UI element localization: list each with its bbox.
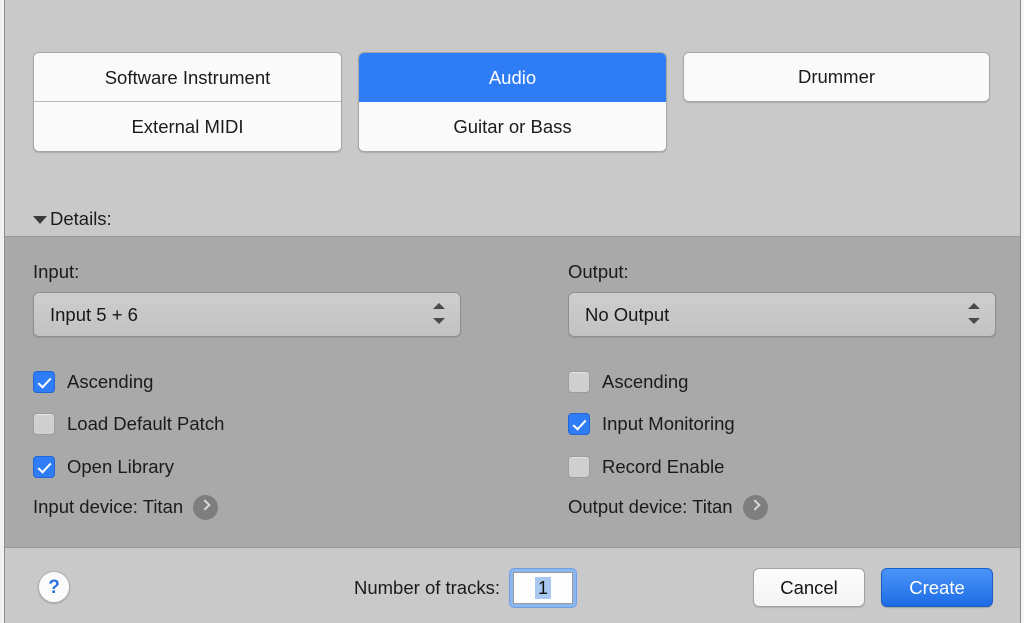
output-device-arrow-right-icon[interactable]	[742, 494, 768, 520]
output-device-row: Output device: Titan	[568, 494, 768, 520]
input-device-arrow-right-icon[interactable]	[193, 494, 219, 520]
number-of-tracks-value: 1	[534, 577, 551, 599]
checkbox-row-open-library[interactable]: Open Library	[33, 454, 174, 480]
checkbox-row-output-ascending[interactable]: Ascending	[568, 369, 688, 395]
checkbox-load-default-patch[interactable]	[33, 413, 55, 435]
checkbox-input-monitoring[interactable]	[568, 413, 590, 435]
checkbox-row-load-default-patch[interactable]: Load Default Patch	[33, 411, 224, 437]
input-label: Input:	[33, 261, 80, 282]
number-of-tracks-focus-ring: 1	[510, 569, 576, 607]
track-type-external-midi[interactable]: External MIDI	[34, 102, 341, 151]
input-popup-button[interactable]: Input 5 + 6	[33, 292, 461, 337]
track-type-audio[interactable]: Audio	[359, 53, 666, 102]
output-label: Output:	[568, 261, 629, 282]
track-type-drummer[interactable]: Drummer	[684, 53, 989, 101]
output-device-text: Output device: Titan	[568, 496, 733, 517]
popup-updown-chevrons-icon	[968, 302, 982, 328]
checkbox-row-input-ascending[interactable]: Ascending	[33, 369, 153, 395]
number-of-tracks-label: Number of tracks:	[354, 577, 500, 598]
checkbox-open-library[interactable]	[33, 456, 55, 478]
input-device-text: Input device: Titan	[33, 496, 184, 517]
popup-updown-chevrons-icon	[433, 302, 447, 328]
dialog-sheet: Software Instrument External MIDI Audio …	[5, 0, 1020, 623]
checkbox-input-ascending[interactable]	[33, 371, 55, 393]
dialog-footer: ? Number of tracks: 1 Cancel Create	[5, 548, 1020, 623]
cancel-button[interactable]: Cancel	[753, 568, 865, 607]
checkbox-row-record-enable[interactable]: Record Enable	[568, 454, 724, 480]
checkbox-label-output-ascending: Ascending	[602, 371, 689, 392]
track-type-guitar-or-bass[interactable]: Guitar or Bass	[359, 102, 666, 151]
input-popup-value: Input 5 + 6	[50, 304, 138, 325]
input-device-row: Input device: Titan	[33, 494, 219, 520]
checkbox-label-load-default-patch: Load Default Patch	[67, 413, 225, 434]
details-label: Details:	[50, 208, 112, 229]
track-type-column-instrument-midi: Software Instrument External MIDI	[33, 52, 342, 152]
output-popup-button[interactable]: No Output	[568, 292, 996, 337]
checkbox-label-input-monitoring: Input Monitoring	[602, 413, 735, 434]
number-of-tracks-group: Number of tracks: 1	[354, 568, 576, 608]
new-tracks-dialog: Software Instrument External MIDI Audio …	[0, 0, 1024, 623]
checkbox-output-ascending[interactable]	[568, 371, 590, 393]
window-edge-right	[1020, 0, 1024, 623]
details-panel: Input: Input 5 + 6 Ascending Load Defaul…	[5, 236, 1020, 548]
checkbox-record-enable[interactable]	[568, 456, 590, 478]
checkbox-label-record-enable: Record Enable	[602, 456, 725, 477]
create-button[interactable]: Create	[881, 568, 993, 607]
output-popup-value: No Output	[585, 304, 670, 325]
track-type-software-instrument[interactable]: Software Instrument	[34, 53, 341, 102]
checkbox-label-input-ascending: Ascending	[67, 371, 154, 392]
track-type-column-audio-guitar: Audio Guitar or Bass	[358, 52, 667, 152]
checkbox-label-open-library: Open Library	[67, 456, 174, 477]
checkbox-row-input-monitoring[interactable]: Input Monitoring	[568, 411, 735, 437]
help-button[interactable]: ?	[38, 571, 70, 603]
footer-action-buttons: Cancel Create	[753, 568, 993, 607]
details-disclosure-row[interactable]: Details:	[33, 207, 112, 231]
track-type-column-drummer: Drummer	[683, 52, 990, 102]
disclosure-triangle-down-icon[interactable]	[33, 216, 47, 224]
number-of-tracks-input[interactable]: 1	[513, 572, 573, 604]
